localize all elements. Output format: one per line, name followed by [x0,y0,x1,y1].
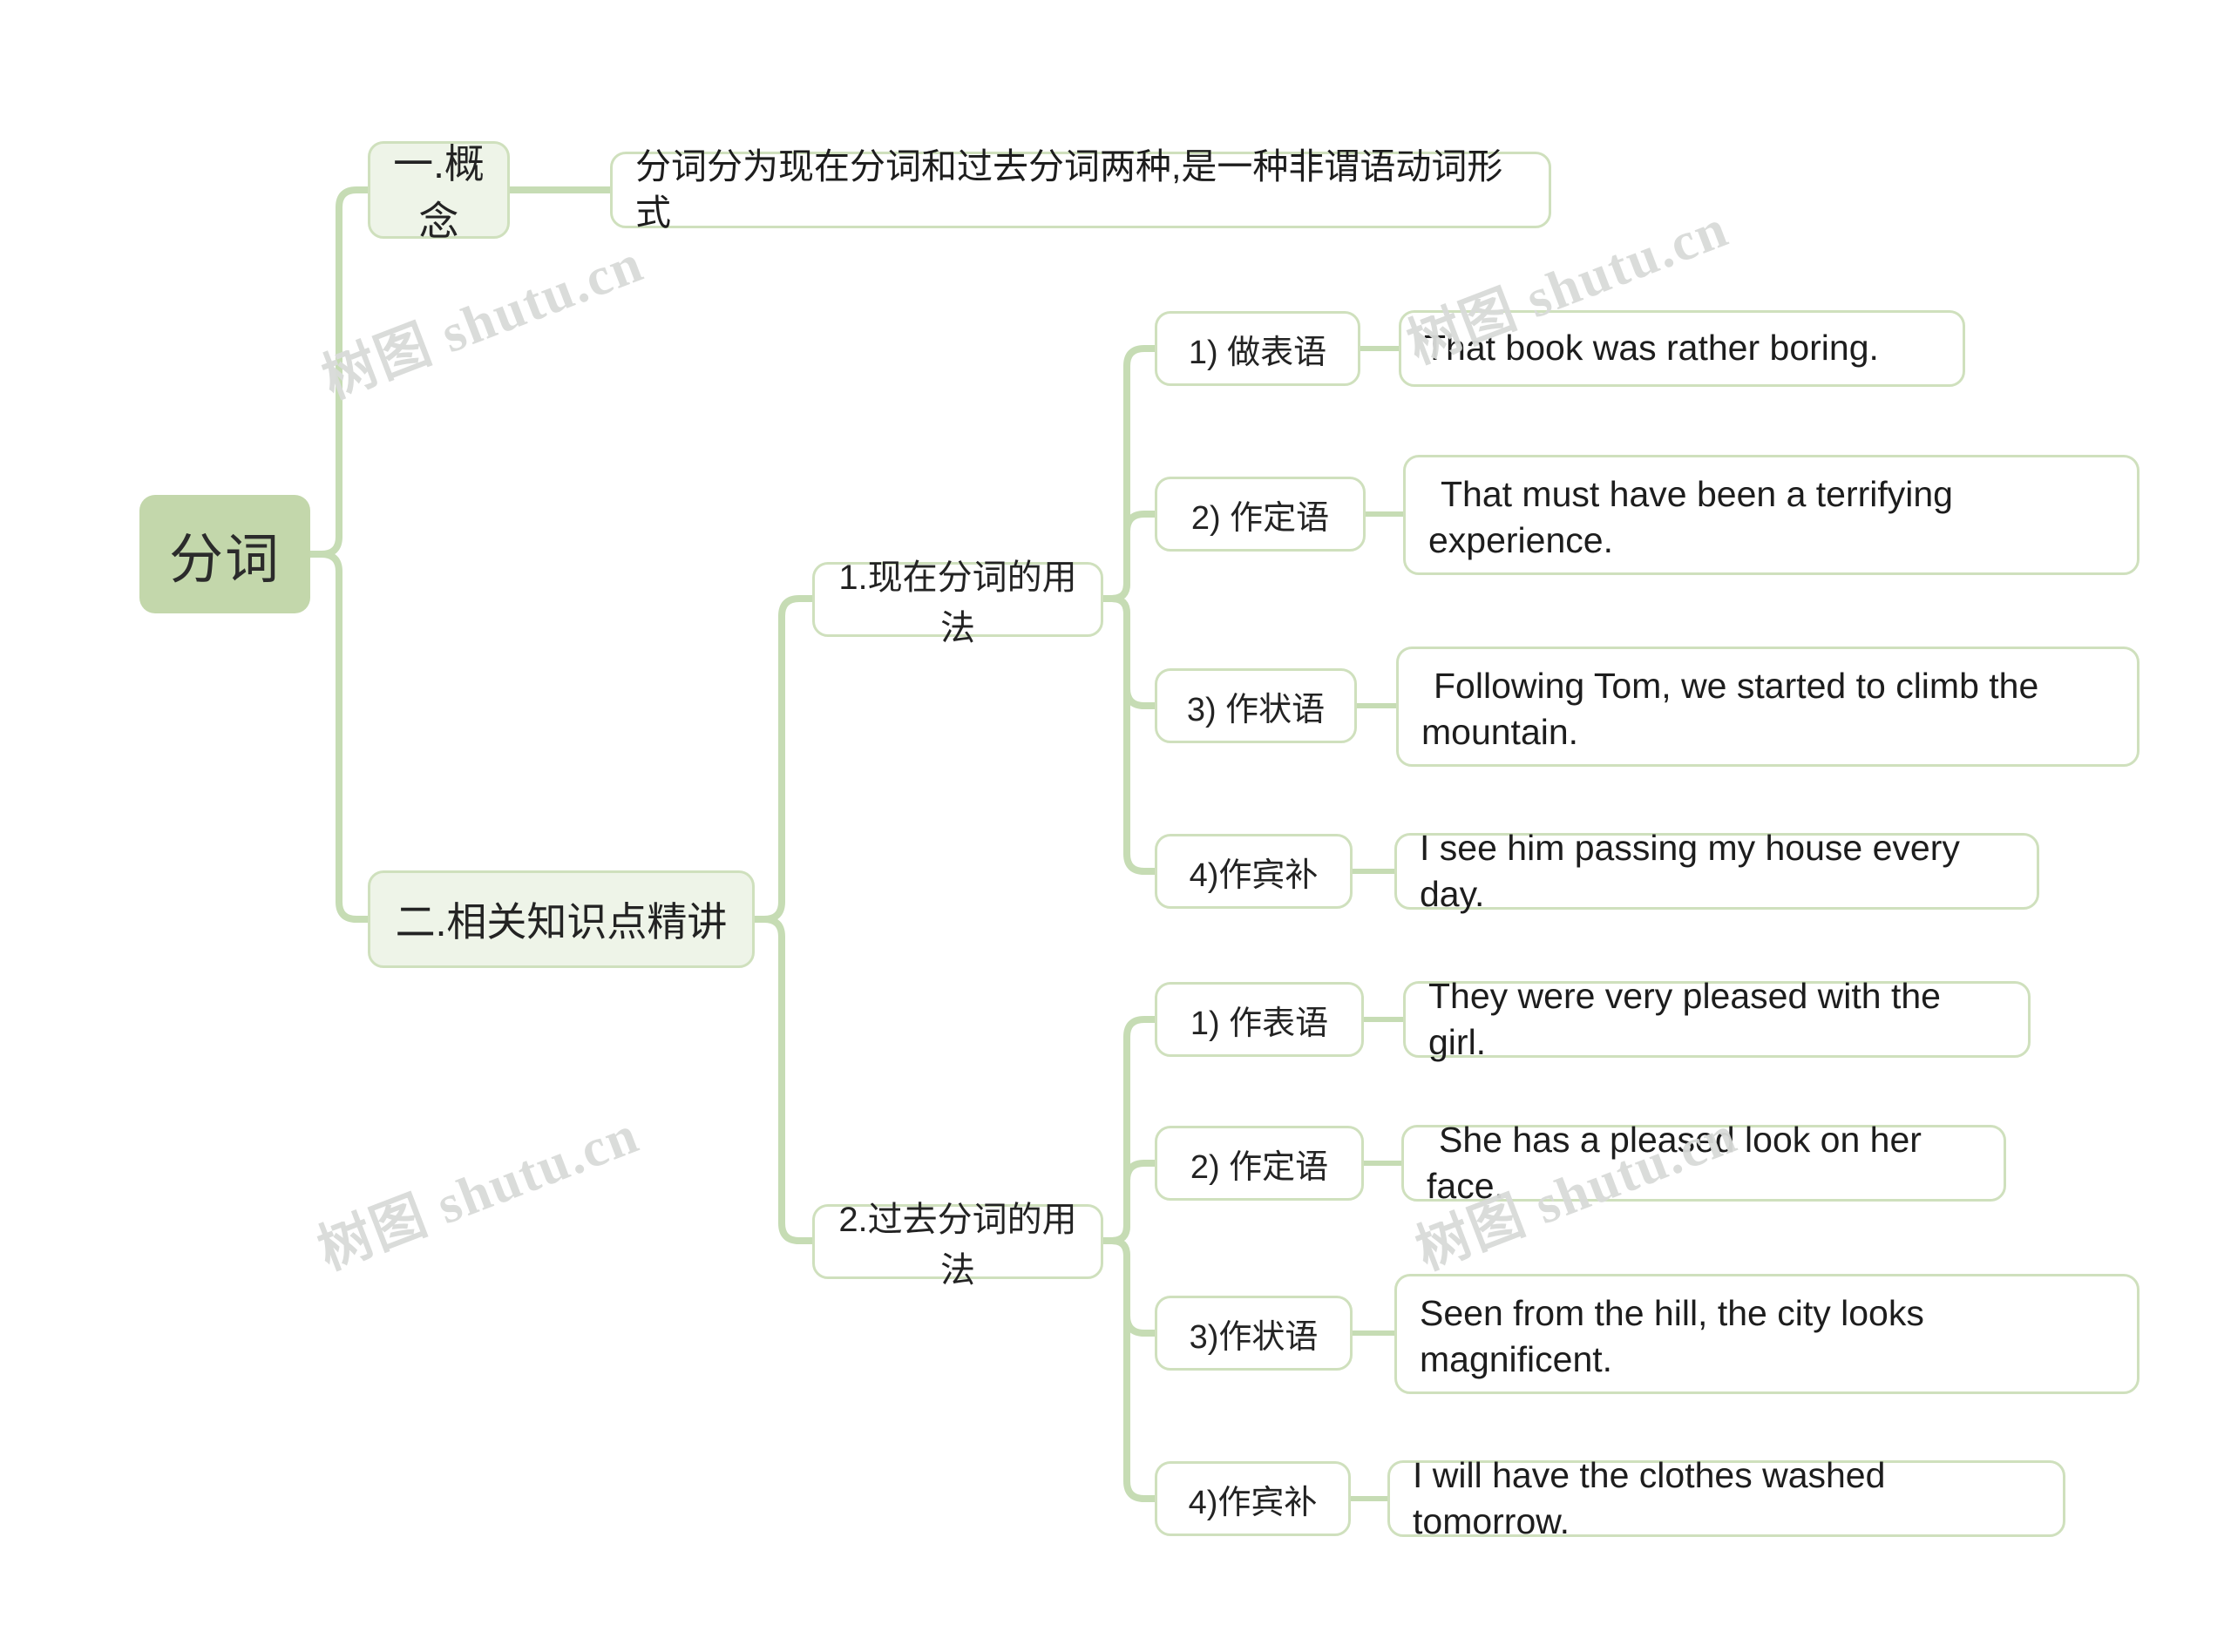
example-text: I will have the clothes washed tomorrow. [1413,1454,1886,1541]
example-text: She has a pleased look on her face. [1427,1119,1922,1206]
example-box-present-3[interactable]: Following Tom, we started to climb the m… [1396,647,2139,767]
wire-root-to-branch1 [307,186,371,558]
item-label: 2) 作定语 [1190,1148,1329,1186]
example-text: That book was rather boring. [1424,328,1879,369]
example-box-past-3[interactable]: Seen from the hill, the city looks magni… [1394,1274,2139,1394]
example-box-past-4[interactable]: I will have the clothes washed tomorrow. [1387,1455,2065,1541]
example-box-past-1[interactable]: They were very pleased with the girl. [1403,976,2031,1062]
root-node[interactable]: 分词 [139,495,310,613]
wire-group1-to-item2 [1100,511,1158,602]
group-node-past-participle[interactable]: 2.过去分词的用法 [812,1201,1103,1290]
item-label: 4)作宾补 [1189,856,1319,894]
branch-node-knowledge[interactable]: 二.相关知识点精讲 [368,870,755,968]
concept-detail-box[interactable]: 分词分为现在分词和过去分词两种,是一种非谓语动词形式 [610,146,1551,233]
example-box-past-2[interactable]: She has a pleased look on her face. [1401,1120,2006,1206]
item-label: 4)作宾补 [1188,1484,1318,1521]
item-label-past-2[interactable]: 2) 作定语 [1155,1126,1364,1201]
wire-group2-to-item4 [1100,1237,1158,1502]
item-label-past-1[interactable]: 1) 作表语 [1155,982,1364,1057]
example-box-present-1[interactable]: That book was rather boring. [1399,310,1965,387]
example-text: That must have been a terrifying experie… [1428,474,1953,561]
item-label: 1) 做表语 [1188,334,1327,371]
item-label: 3) 作状语 [1186,691,1326,728]
item-label-present-1[interactable]: 1) 做表语 [1155,311,1360,386]
example-text: Seen from the hill, the city looks magni… [1420,1293,1924,1380]
item-label: 3)作状语 [1189,1318,1319,1356]
example-text: They were very pleased with the girl. [1428,975,1941,1062]
example-text: Following Tom, we started to climb the m… [1421,666,2039,753]
group-label: 1.现在分词的用法 [838,559,1077,647]
wire-branch2-to-group2 [751,916,816,1244]
branch-label: 二.相关知识点精讲 [395,899,728,944]
item-label-present-3[interactable]: 3) 作状语 [1155,668,1357,743]
item-label-present-4[interactable]: 4)作宾补 [1155,834,1353,909]
group-node-present-participle[interactable]: 1.现在分词的用法 [812,559,1103,647]
group-label: 2.过去分词的用法 [838,1201,1077,1290]
item-label-past-3[interactable]: 3)作状语 [1155,1296,1353,1371]
root-label: 分词 [168,530,281,590]
example-text: I see him passing my house every day. [1420,827,1960,914]
wire-root-to-branch2 [307,551,371,923]
concept-detail-text: 分词分为现在分词和过去分词两种,是一种非谓语动词形式 [635,146,1503,233]
wire-group2-to-item2 [1100,1160,1158,1244]
item-label: 1) 作表语 [1190,1005,1329,1042]
branch-node-concept[interactable]: 一.概念 [368,141,510,244]
branch-label: 一.概念 [393,141,485,244]
example-box-present-4[interactable]: I see him passing my house every day. [1394,828,2039,914]
item-label-present-2[interactable]: 2) 作定语 [1155,477,1366,552]
item-label-past-4[interactable]: 4)作宾补 [1155,1461,1351,1536]
example-box-present-2[interactable]: That must have been a terrifying experie… [1403,455,2139,575]
wire-branch2-to-group1 [751,595,816,923]
item-label: 2) 作定语 [1190,499,1330,537]
wire-group1-to-item4 [1100,595,1158,875]
mindmap-canvas: 树图 shutu.cn 树图 shutu.cn 树图 shutu.cn 树图 s… [0,0,2231,1652]
